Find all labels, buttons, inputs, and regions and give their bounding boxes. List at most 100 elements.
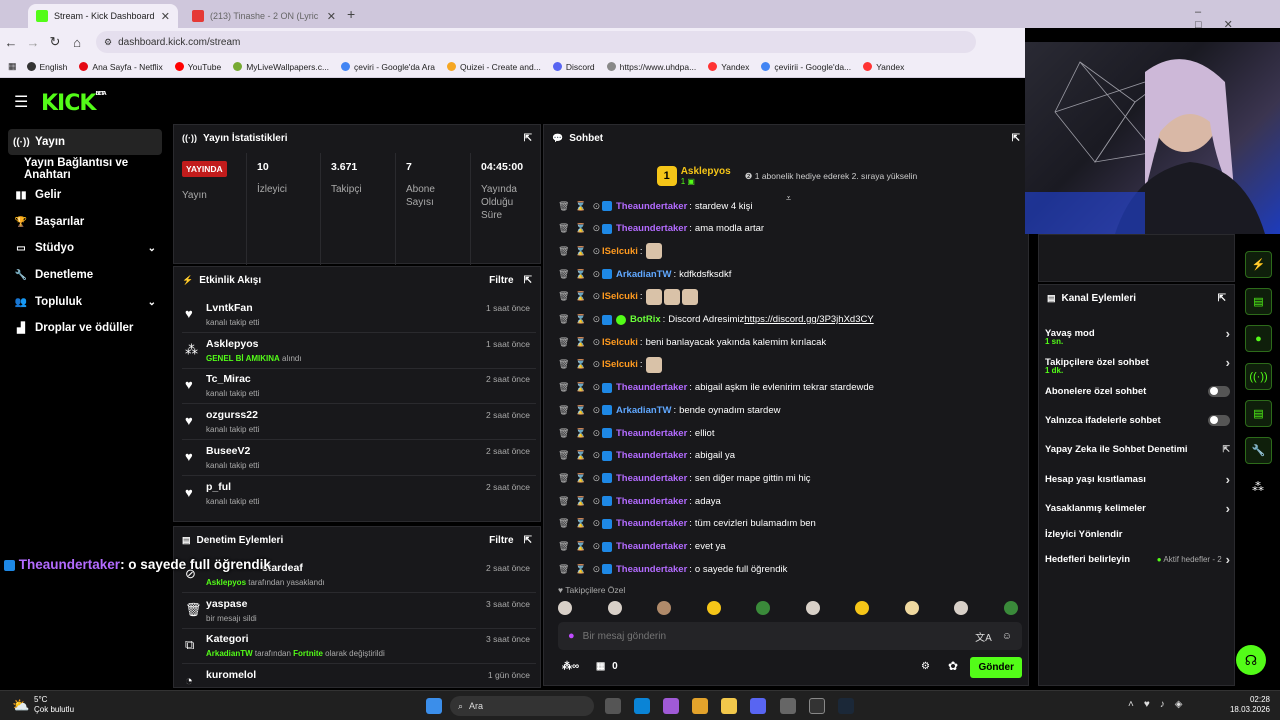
chat-username[interactable]: Theaundertaker: [616, 201, 687, 212]
mod-target[interactable]: kuromelol: [206, 669, 256, 681]
reload-icon[interactable]: ↻: [44, 34, 66, 50]
action-emotes-only[interactable]: Yalnızca ifadelerle sohbet: [1045, 406, 1230, 434]
bookmark[interactable]: YouTube: [174, 62, 221, 72]
event-user[interactable]: BuseeV2: [206, 445, 250, 457]
mod-tools-icon[interactable]: 🗑⌛⊙: [558, 382, 600, 393]
taskbar-search[interactable]: ⌕ Ara: [450, 696, 594, 716]
mod-tools-icon[interactable]: 🗑⌛⊙: [558, 223, 600, 234]
translate-icon[interactable]: 文A: [975, 629, 992, 644]
sidebar-item-basarilar[interactable]: 🏆 Başarılar: [8, 209, 162, 235]
mod-tools-icon[interactable]: 🗑⌛⊙: [558, 496, 600, 507]
mod-tools-icon[interactable]: 🗑⌛⊙: [558, 405, 600, 416]
clock[interactable]: 02:28 18.03.2026: [1226, 695, 1270, 715]
file-explorer-icon[interactable]: [721, 698, 737, 714]
mod-tools-icon[interactable]: 🗑⌛⊙: [558, 518, 600, 529]
emote-icon[interactable]: [1003, 601, 1018, 615]
chat-username[interactable]: Theaundertaker: [616, 518, 687, 529]
gift-icon[interactable]: ✿: [948, 659, 958, 673]
sidebar-item-topluluk[interactable]: 👥 Topluluk ⌄: [8, 289, 162, 315]
back-icon[interactable]: ←: [0, 35, 22, 50]
chat-username[interactable]: ISelcuki: [602, 291, 638, 302]
mod-target[interactable]: yaspase: [206, 598, 247, 610]
mod-tools-icon[interactable]: 🗑⌛⊙: [558, 201, 600, 212]
window-controls[interactable]: –□✕: [1195, 6, 1280, 31]
chat-username[interactable]: Theaundertaker: [616, 564, 687, 575]
emote-icon[interactable]: [904, 601, 919, 615]
apps-icon[interactable]: ▦: [8, 61, 17, 72]
rail-points-icon[interactable]: ⁂: [1252, 480, 1264, 494]
emote-icon[interactable]: [954, 601, 969, 615]
rail-chat-button[interactable]: ●: [1245, 325, 1272, 352]
mod-tools-icon[interactable]: 🗑⌛⊙: [558, 473, 600, 484]
chat-username[interactable]: Theaundertaker: [616, 450, 687, 461]
emote-icon[interactable]: [855, 601, 870, 615]
app-icon[interactable]: [780, 698, 796, 714]
filter-button[interactable]: Filtre: [489, 535, 513, 546]
url-input[interactable]: ⚙ dashboard.kick.com/stream: [96, 31, 976, 53]
popout-icon[interactable]: ⇱: [524, 535, 532, 546]
sidebar-item-yayin[interactable]: ((·)) Yayın: [8, 129, 162, 155]
event-user[interactable]: Asklepyos: [206, 338, 259, 350]
sidebar-item-denetleme[interactable]: 🔧 Denetleme: [8, 262, 162, 288]
rail-wrench-button[interactable]: 🔧: [1245, 437, 1272, 464]
sidebar-item-gelir[interactable]: ▮▮ Gelir: [8, 182, 162, 208]
rail-notes-button[interactable]: ▤: [1245, 288, 1272, 315]
steam-icon[interactable]: [838, 698, 854, 714]
chat-username[interactable]: ArkadianTW: [616, 405, 671, 416]
rail-moderation-button[interactable]: ▤: [1245, 400, 1272, 427]
mod-target[interactable]: Kategori: [206, 633, 249, 645]
chat-username[interactable]: Theaundertaker: [616, 496, 687, 507]
task-view-icon[interactable]: [605, 698, 621, 714]
action-banned-words[interactable]: Yasaklanmış kelimeler ›: [1045, 494, 1230, 522]
toggle-switch[interactable]: [1208, 385, 1230, 397]
chat-input[interactable]: [582, 630, 976, 642]
mod-tools-icon[interactable]: 🗑⌛⊙: [558, 337, 600, 348]
chat-username[interactable]: Theaundertaker: [616, 428, 687, 439]
gift-leaderboard[interactable]: 1 Asklepyos 1 ▣ ❷ 1 abonelik hediye eder…: [544, 155, 1030, 197]
close-icon[interactable]: ✕: [161, 10, 170, 23]
chat-username[interactable]: ISelcuki: [602, 359, 638, 370]
hamburger-menu-icon[interactable]: ☰: [14, 92, 28, 112]
event-user[interactable]: p_ful: [206, 481, 231, 493]
sidebar-item-stream-key[interactable]: Yayın Bağlantısı ve Anahtarı: [19, 156, 169, 182]
action-goals[interactable]: Hedefleri belirleyin ● Aktif hedefler - 2…: [1045, 545, 1230, 573]
chat-username[interactable]: Theaundertaker: [616, 382, 687, 393]
bookmark[interactable]: Yandex: [863, 62, 904, 72]
store-icon[interactable]: ▦: [596, 661, 605, 672]
mod-tools-icon[interactable]: 🗑⌛⊙: [558, 564, 600, 575]
emote-icon[interactable]: [756, 601, 771, 615]
bookmark[interactable]: Yandex: [708, 62, 749, 72]
action-raid[interactable]: İzleyici Yönlendir: [1045, 520, 1230, 548]
windows-start-icon[interactable]: [426, 698, 442, 714]
bookmark[interactable]: MyLiveWallpapers.c...: [233, 62, 329, 72]
tab-youtube[interactable]: (213) Tinashe - 2 ON (Lyric ✕: [184, 4, 344, 28]
sidebar-item-droplar[interactable]: ▟ Droplar ve ödüller: [8, 315, 162, 341]
support-button[interactable]: ☊: [1236, 645, 1266, 675]
edge-icon[interactable]: [634, 698, 650, 714]
emote-icon[interactable]: [805, 601, 820, 615]
mod-tools-icon[interactable]: 🗑⌛⊙: [558, 314, 600, 325]
chat-username[interactable]: BotRix: [630, 314, 661, 325]
popout-icon[interactable]: ⇱: [1218, 293, 1226, 304]
mod-tools-icon[interactable]: 🗑⌛⊙: [558, 291, 600, 302]
emote-icon[interactable]: [706, 601, 721, 615]
chat-link[interactable]: https://discord.gg/3P3jhXd3CY: [744, 314, 873, 325]
mod-tools-icon[interactable]: 🗑⌛⊙: [558, 246, 600, 257]
emoji-icon[interactable]: ☺: [1002, 631, 1012, 642]
chat-username[interactable]: Theaundertaker: [616, 473, 687, 484]
mod-tools-icon[interactable]: 🗑⌛⊙: [558, 450, 600, 461]
filter-button[interactable]: Filtre: [489, 275, 513, 286]
bookmark[interactable]: Ana Sayfa - Netflix: [79, 62, 163, 72]
sidebar-item-studyo[interactable]: ▭ Stüdyo ⌄: [8, 235, 162, 261]
mod-tools-icon[interactable]: 🗑⌛⊙: [558, 541, 600, 552]
chat-username[interactable]: Theaundertaker: [616, 541, 687, 552]
system-tray-icons[interactable]: ˄♥♪◈: [1128, 699, 1192, 710]
emote-icon[interactable]: [607, 601, 622, 615]
chat-username[interactable]: ISelcuki: [602, 246, 638, 257]
microphone-icon[interactable]: ●: [568, 630, 575, 642]
epic-games-icon[interactable]: [809, 698, 825, 714]
chat-username[interactable]: ISelcuki: [602, 337, 638, 348]
emote-icon[interactable]: [558, 601, 572, 615]
new-tab-icon[interactable]: +: [347, 6, 355, 22]
rail-lightning-button[interactable]: ⚡: [1245, 251, 1272, 278]
